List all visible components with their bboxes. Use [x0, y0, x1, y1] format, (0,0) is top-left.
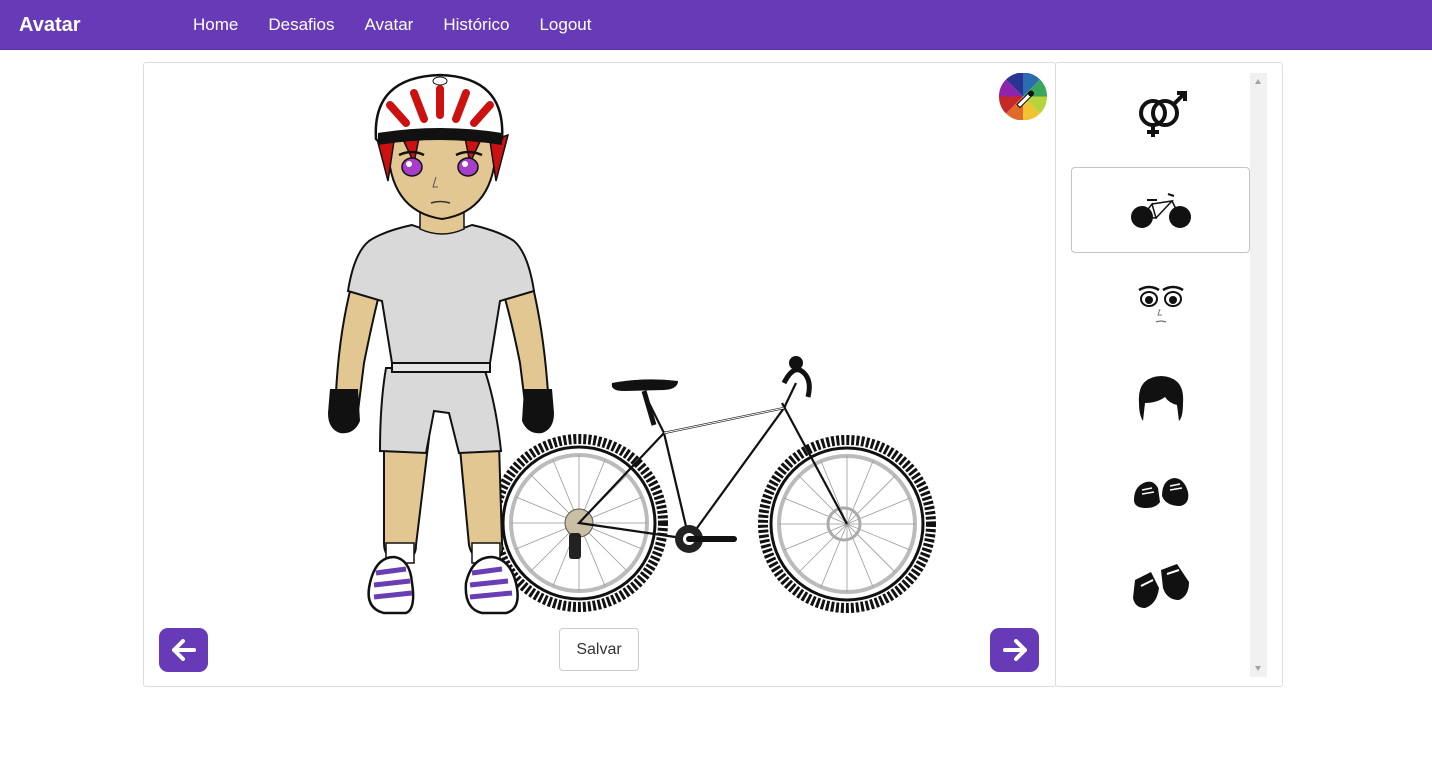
- arrow-right-icon: [1002, 639, 1027, 661]
- save-button[interactable]: Salvar: [559, 628, 639, 671]
- bicycle-illustration: [490, 356, 936, 613]
- scroll-up-icon[interactable]: [1255, 79, 1261, 84]
- category-gender[interactable]: [1071, 73, 1250, 159]
- nav-link-avatar[interactable]: Avatar: [350, 0, 429, 50]
- character-illustration: [328, 73, 554, 615]
- face-icon: [1137, 285, 1184, 323]
- category-bicycle[interactable]: [1071, 167, 1250, 253]
- sidebar-scrollbar[interactable]: [1250, 73, 1267, 677]
- nav-link-logout[interactable]: Logout: [524, 0, 606, 50]
- bicycle-icon: [1130, 193, 1191, 228]
- category-face[interactable]: [1071, 261, 1250, 347]
- navbar-brand[interactable]: Avatar: [19, 0, 81, 50]
- shoes-icon: [1133, 478, 1188, 508]
- category-sidebar: [1055, 62, 1283, 687]
- category-shoes[interactable]: [1071, 449, 1250, 535]
- gender-icon: [1138, 91, 1187, 137]
- color-picker-button[interactable]: [997, 72, 1049, 121]
- category-gloves[interactable]: [1071, 543, 1250, 629]
- previous-button[interactable]: [159, 628, 208, 672]
- category-hair[interactable]: [1071, 355, 1250, 441]
- gloves-icon: [1132, 564, 1189, 608]
- avatar-preview: [328, 73, 936, 615]
- nav-links: Home Desafios Avatar Histórico Logout: [178, 0, 606, 50]
- nav-link-home[interactable]: Home: [178, 0, 253, 50]
- next-button[interactable]: [990, 628, 1039, 672]
- nav-link-desafios[interactable]: Desafios: [253, 0, 349, 50]
- nav-link-historico[interactable]: Histórico: [428, 0, 524, 50]
- avatar-stage: Salvar: [143, 62, 1056, 687]
- arrow-left-icon: [171, 639, 196, 661]
- scroll-down-icon[interactable]: [1255, 666, 1261, 671]
- hair-icon: [1138, 376, 1183, 421]
- top-navbar: Avatar Home Desafios Avatar Histórico Lo…: [0, 0, 1432, 50]
- color-wheel-icon: [998, 72, 1048, 121]
